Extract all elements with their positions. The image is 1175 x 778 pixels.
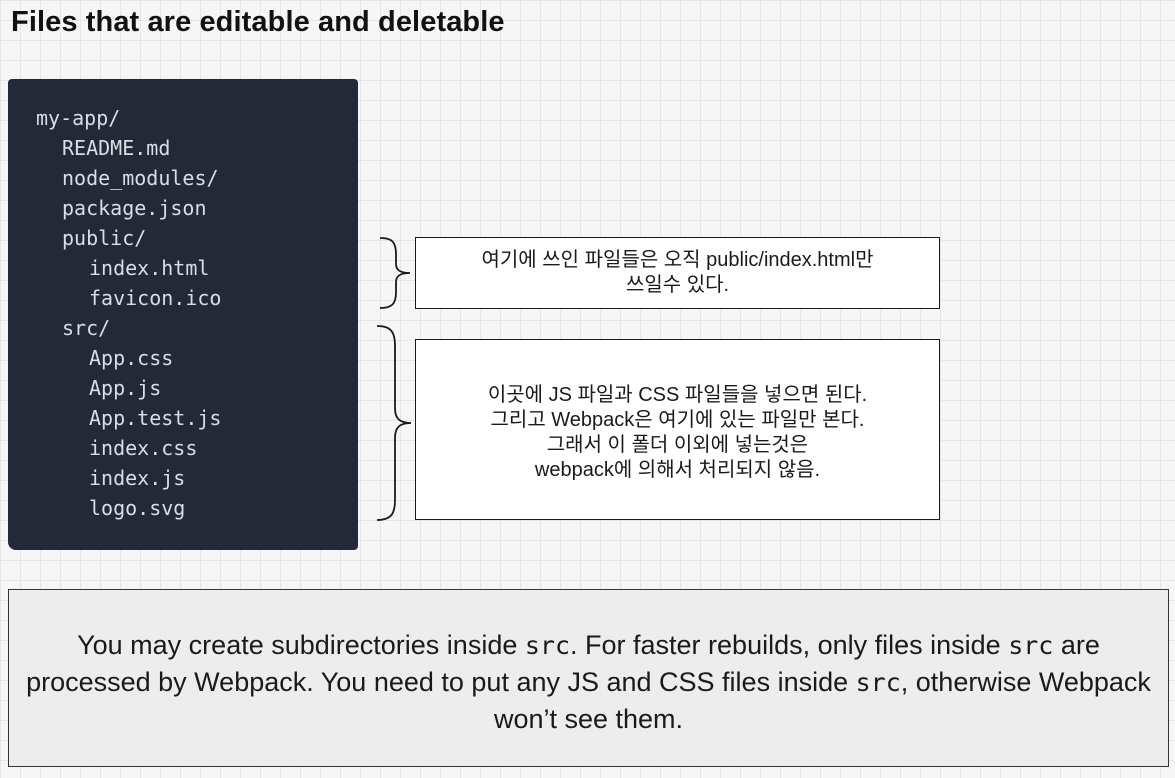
tree-item-app-css: App.css: [89, 346, 174, 370]
tree-item-node-modules: node_modules/: [62, 166, 219, 190]
file-tree-panel: my-app/ README.md node_modules/ package.…: [8, 79, 358, 550]
public-folder-note: 여기에 쓰인 파일들은 오직 public/index.html만 쓰일수 있다…: [415, 237, 940, 309]
tree-item-readme: README.md: [62, 136, 171, 160]
caption-code-src-3: src: [855, 668, 901, 697]
src-note-line-3: 그래서 이 폴더 이외에 넣는것은: [546, 433, 809, 456]
src-folder-note: 이곳에 JS 파일과 CSS 파일들을 넣으면 된다. 그리고 Webpack은…: [415, 339, 940, 520]
src-note-line-1: 이곳에 JS 파일과 CSS 파일들을 넣으면 된다.: [487, 383, 868, 406]
tree-item-index-css: index.css: [89, 436, 198, 460]
tree-item-index-js: index.js: [89, 466, 186, 490]
tree-item-index-html: index.html: [89, 256, 210, 280]
file-tree: my-app/ README.md node_modules/ package.…: [36, 103, 221, 523]
tree-item-logo-svg: logo.svg: [89, 496, 186, 520]
tree-item-app-test-js: App.test.js: [89, 406, 222, 430]
caption-code-src-2: src: [1008, 631, 1054, 660]
tree-item-app-js: App.js: [89, 376, 162, 400]
tree-item-my-app: my-app/: [36, 106, 121, 130]
public-brace: [379, 237, 411, 309]
src-note-line-2: 그리고 Webpack은 여기에 있는 파일만 본다.: [490, 408, 865, 431]
caption-box: You may create subdirectories inside src…: [8, 589, 1169, 767]
tree-item-favicon: favicon.ico: [89, 286, 222, 310]
src-brace: [376, 325, 412, 521]
tree-item-package-json: package.json: [62, 196, 207, 220]
tree-item-public: public/: [62, 226, 147, 250]
caption-part-2: . For faster rebuilds, only files inside: [570, 630, 1009, 660]
slide-title: Files that are editable and deletable: [11, 6, 505, 38]
public-note-line-2: 쓰일수 있다.: [625, 274, 730, 296]
caption-part-1: You may create subdirectories inside: [77, 630, 525, 660]
caption-code-src-1: src: [524, 631, 571, 660]
caption-text: You may create subdirectories inside src…: [15, 627, 1162, 737]
public-note-line-1: 여기에 쓰인 파일들은 오직 public/index.html만: [481, 249, 874, 271]
src-note-line-4: webpack에 의해서 처리되지 않음.: [534, 458, 821, 481]
tree-item-src: src/: [62, 316, 111, 340]
